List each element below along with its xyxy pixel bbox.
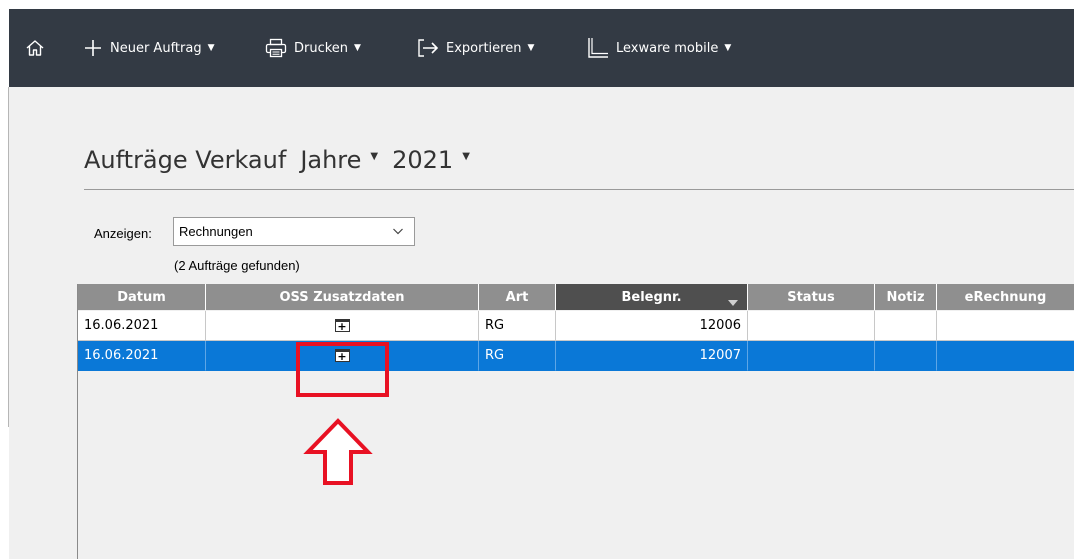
- year-dropdown[interactable]: 2021 ▼: [392, 146, 470, 174]
- period-type-label: Jahre: [300, 146, 362, 174]
- cell-art: RG: [479, 311, 556, 341]
- up-arrow: [303, 418, 373, 493]
- home-icon: [25, 38, 45, 58]
- column-header-belegnr[interactable]: Belegnr.: [556, 284, 748, 310]
- new-order-label: Neuer Auftrag: [110, 40, 202, 56]
- export-icon: [417, 38, 439, 58]
- cell-datum: 16.06.2021: [78, 311, 206, 341]
- new-order-menu[interactable]: Neuer Auftrag ▼: [83, 9, 215, 87]
- show-filter-value: Rechnungen: [179, 224, 253, 239]
- chevron-down-icon: ▼: [207, 43, 215, 53]
- table-row[interactable]: 16.06.2021 + RG 12006: [78, 311, 1074, 341]
- show-filter-label: Anzeigen:: [94, 226, 152, 241]
- column-header-belegnr-label: Belegnr.: [621, 289, 682, 305]
- title-divider: [84, 189, 1074, 190]
- column-header-erechnung[interactable]: eRechnung: [937, 284, 1074, 310]
- home-button[interactable]: [25, 9, 45, 87]
- cell-notiz: [875, 341, 937, 371]
- chevron-down-icon: ▼: [527, 43, 535, 53]
- year-label: 2021: [392, 146, 454, 174]
- column-header-oss-zusatzdaten[interactable]: OSS Zusatzdaten: [206, 284, 479, 310]
- cell-belegnr: 12006: [556, 311, 748, 341]
- cell-status: [748, 341, 875, 371]
- result-count: (2 Aufträge gefunden): [174, 258, 300, 273]
- export-menu[interactable]: Exportieren ▼: [417, 9, 534, 87]
- print-label: Drucken: [294, 40, 349, 56]
- printer-icon: [265, 38, 287, 58]
- chevron-down-icon: ▼: [724, 43, 732, 53]
- column-header-datum[interactable]: Datum: [78, 284, 206, 310]
- cell-belegnr: 12007: [556, 341, 748, 371]
- expand-plus-icon[interactable]: +: [334, 319, 350, 332]
- highlight-box: [296, 342, 389, 397]
- cell-oss-zusatzdaten: +: [206, 311, 479, 341]
- table-header: Datum OSS Zusatzdaten Art Belegnr. Statu…: [78, 284, 1074, 310]
- chevron-down-icon: [392, 225, 404, 240]
- column-header-notiz[interactable]: Notiz: [875, 284, 937, 310]
- cell-erechnung: [937, 341, 1074, 371]
- show-filter-select[interactable]: Rechnungen: [173, 217, 415, 246]
- export-label: Exportieren: [446, 40, 522, 56]
- page-title-text: Aufträge Verkauf: [84, 146, 287, 174]
- chevron-down-icon: ▼: [370, 150, 379, 162]
- cell-art: RG: [479, 341, 556, 371]
- sort-descending-icon: [728, 295, 738, 310]
- column-header-status[interactable]: Status: [748, 284, 875, 310]
- chevron-down-icon: ▼: [354, 43, 361, 53]
- toolbar: Neuer Auftrag ▼ Drucken ▼ Exportieren ▼ …: [9, 9, 1074, 87]
- lexware-mobile-label: Lexware mobile: [616, 40, 719, 56]
- page-title: Aufträge Verkauf Jahre ▼ 2021 ▼: [84, 146, 484, 174]
- chevron-down-icon: ▼: [462, 150, 470, 162]
- column-header-art[interactable]: Art: [479, 284, 556, 310]
- table-row-selected[interactable]: 16.06.2021 + RG 12007: [78, 341, 1074, 371]
- cell-erechnung: [937, 311, 1074, 341]
- plus-icon: [83, 38, 103, 58]
- orders-table: Datum OSS Zusatzdaten Art Belegnr. Statu…: [77, 284, 1074, 559]
- cell-status: [748, 311, 875, 341]
- print-menu[interactable]: Drucken ▼: [265, 9, 361, 87]
- cell-notiz: [875, 311, 937, 341]
- cell-datum: 16.06.2021: [78, 341, 206, 371]
- lexware-mobile-menu[interactable]: Lexware mobile ▼: [587, 9, 731, 87]
- period-type-dropdown[interactable]: Jahre ▼: [300, 146, 378, 174]
- left-divider: [8, 87, 9, 427]
- lexware-mobile-icon: [587, 37, 609, 59]
